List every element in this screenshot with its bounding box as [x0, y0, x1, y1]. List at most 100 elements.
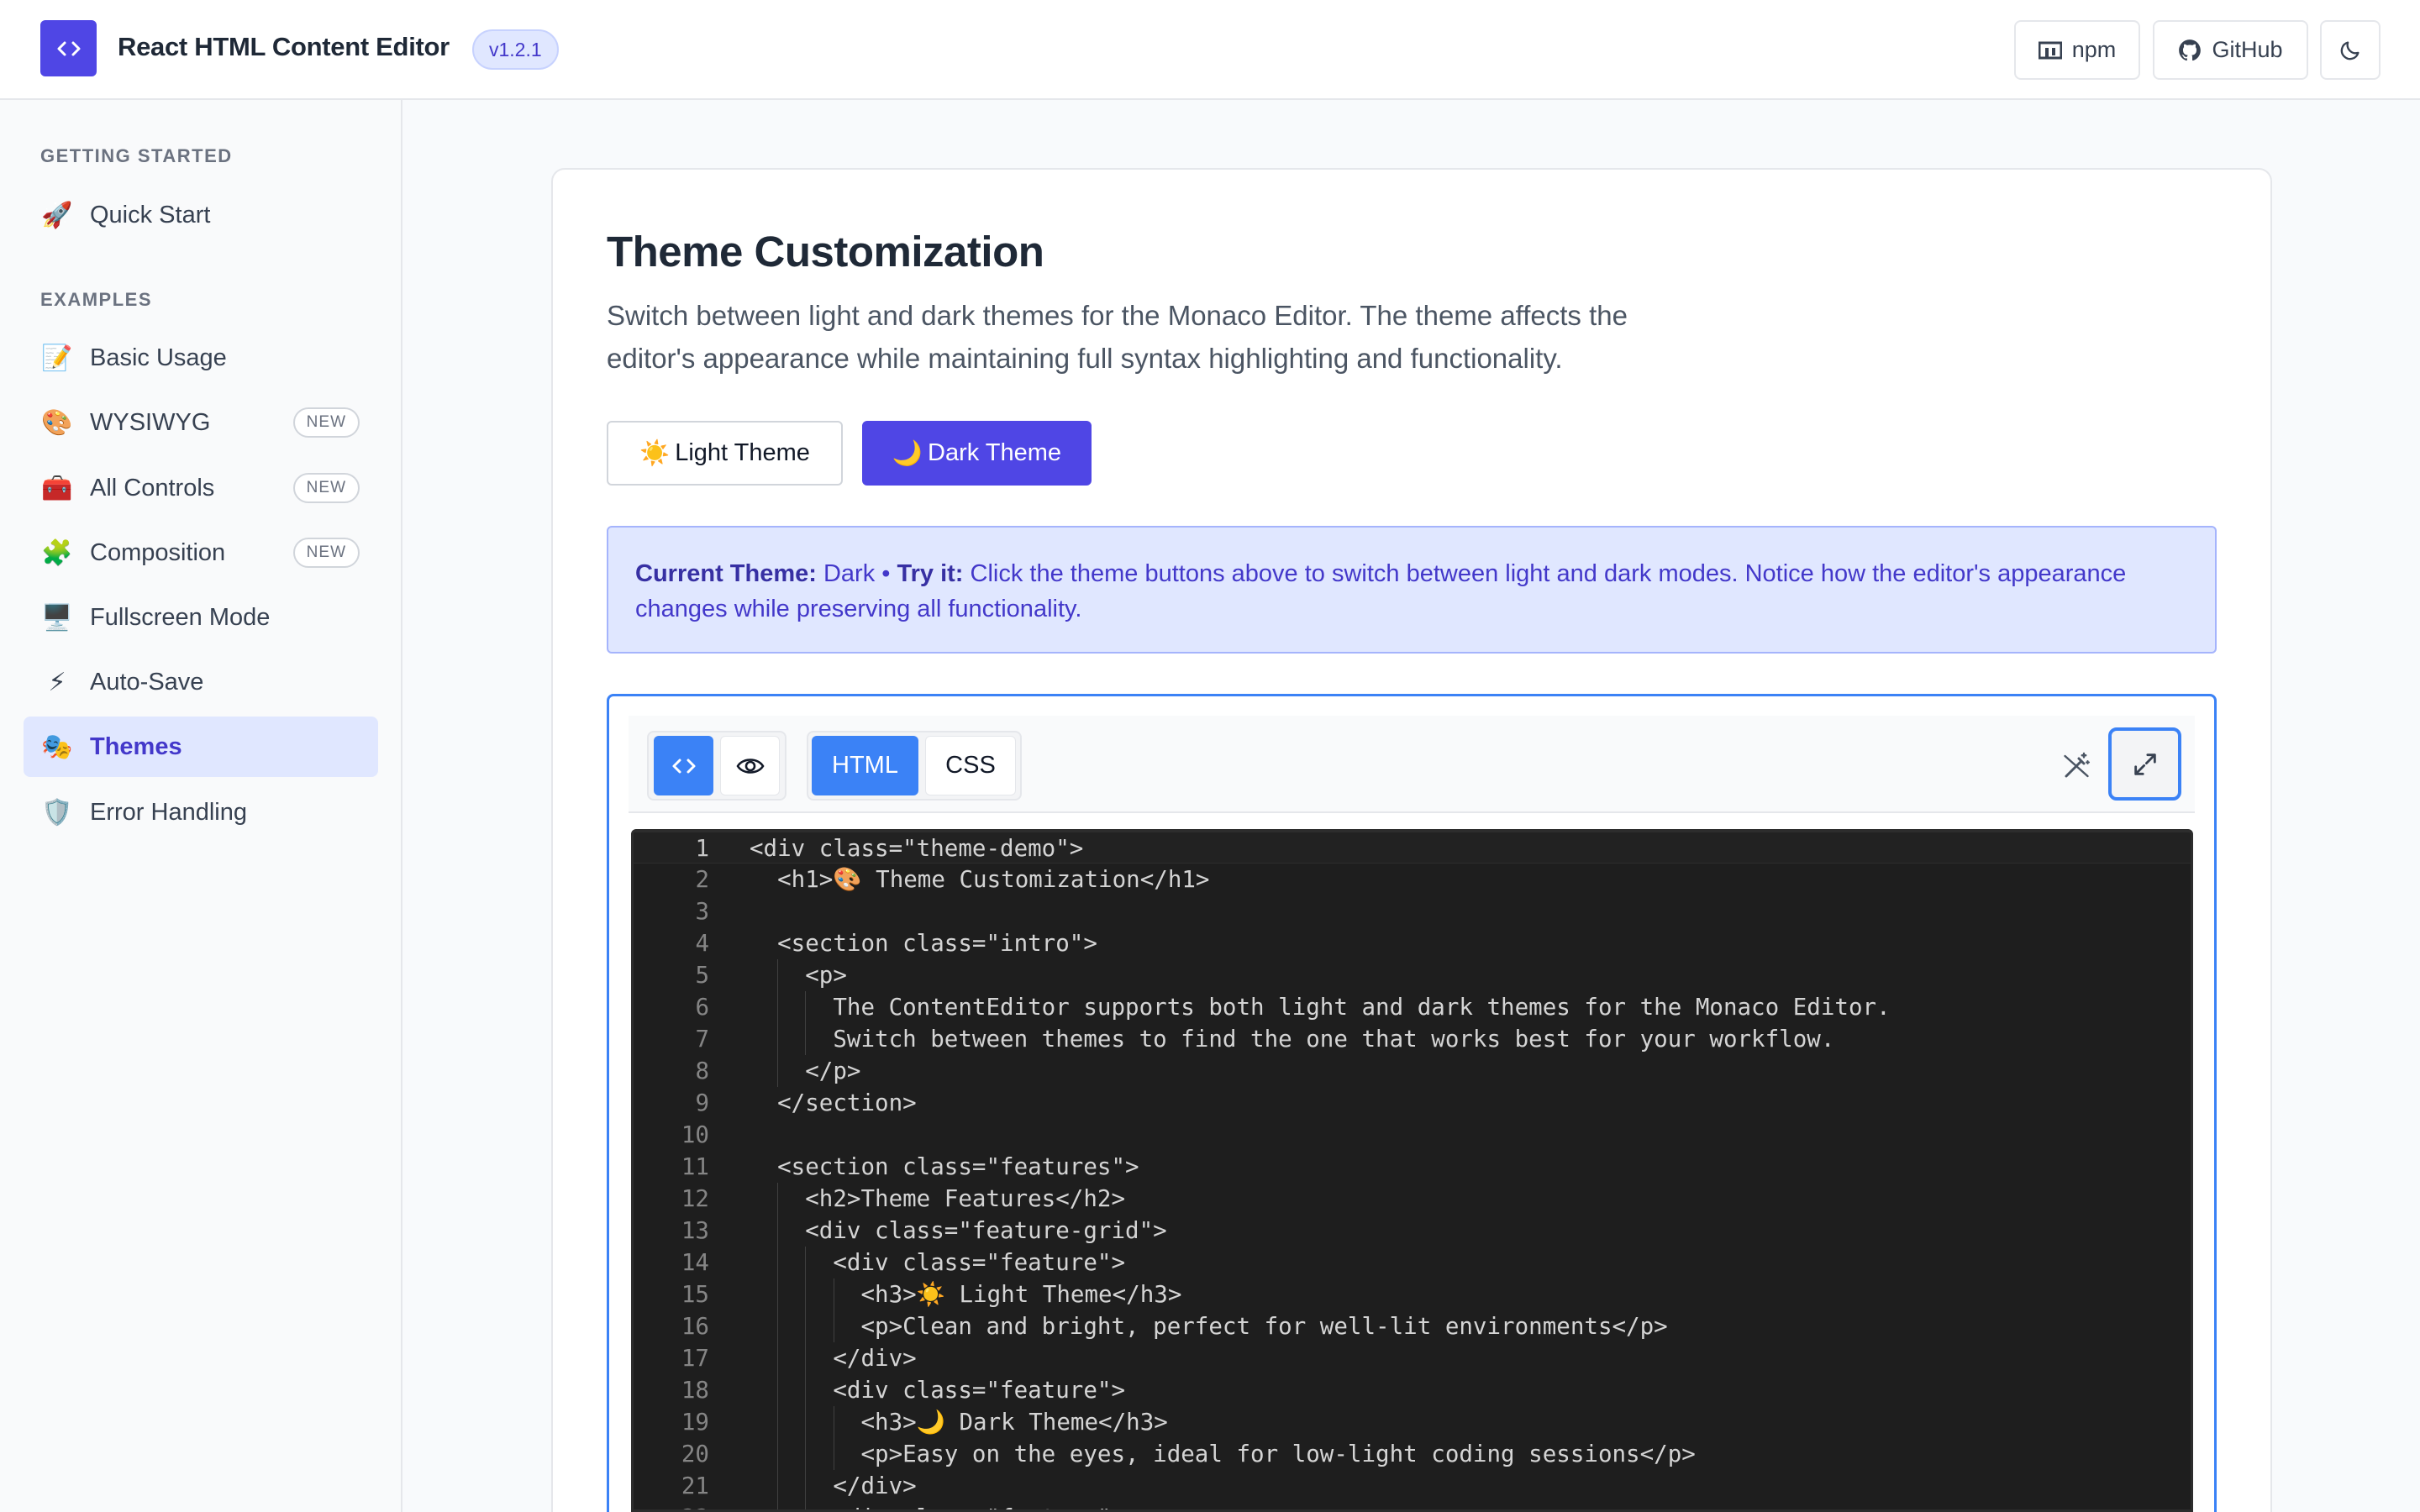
code-text: <h2>Theme Features</h2> — [750, 1185, 1126, 1212]
line-number: 5 — [695, 962, 709, 989]
code-text: <h1>🎨 Theme Customization</h1> — [750, 866, 1210, 893]
code-line[interactable]: 17 </div> — [634, 1342, 2191, 1374]
sidebar-item-label: Basic Usage — [90, 344, 227, 371]
sidebar-item-error-handling[interactable]: 🛡️ Error Handling — [24, 782, 378, 843]
npm-icon — [2038, 41, 2062, 59]
line-number: 16 — [681, 1313, 709, 1340]
expand-icon — [2133, 753, 2156, 775]
info-separator: • — [881, 560, 891, 587]
sidebar-item-label: Quick Start — [90, 201, 211, 228]
palette-icon: 🎨 — [41, 407, 73, 438]
code-line[interactable]: 12 <h2>Theme Features</h2> — [634, 1183, 2191, 1215]
sidebar-item-fullscreen-mode[interactable]: 🖥️ Fullscreen Mode — [24, 587, 378, 648]
code-line[interactable]: 11 <section class="features"> — [634, 1151, 2191, 1183]
app-header: React HTML Content Editor v1.2.1 npm Git… — [0, 0, 2420, 100]
code-line[interactable]: 18 <div class="feature"> — [634, 1374, 2191, 1406]
code-text: <section class="features"> — [750, 1153, 1139, 1180]
github-button[interactable]: GitHub — [2153, 20, 2308, 80]
current-theme-value: Dark — [823, 560, 876, 587]
sidebar-item-composition[interactable]: 🧩 Composition NEW — [24, 522, 378, 583]
code-line[interactable]: 13 <div class="feature-grid"> — [634, 1215, 2191, 1247]
theme-info-box: Current Theme: Dark • Try it: Click the … — [607, 526, 2217, 654]
code-text: </section> — [750, 1089, 917, 1116]
monaco-code-editor[interactable]: 1 <div class="theme-demo"> 2 <h1>🎨 Theme C… — [631, 829, 2193, 1512]
sidebar-item-themes[interactable]: 🎭 Themes — [24, 717, 378, 777]
github-icon — [2179, 39, 2202, 60]
code-brackets-icon — [57, 41, 80, 55]
moon-icon — [2340, 41, 2360, 60]
page-description: Switch between light and dark themes for… — [607, 300, 1628, 374]
code-line[interactable]: 16 <p>Clean and bright, perfect for well… — [634, 1310, 2191, 1342]
code-text: <p>Clean and bright, perfect for well-li… — [750, 1313, 1668, 1340]
sidebar-item-auto-save[interactable]: ⚡ Auto-Save — [24, 652, 378, 712]
code-line[interactable]: 10 — [634, 1119, 2191, 1151]
code-view-button[interactable] — [654, 736, 713, 795]
sidebar-item-label: WYSIWYG — [90, 408, 211, 436]
github-label: GitHub — [2212, 37, 2283, 62]
sidebar-item-label: All Controls — [90, 474, 215, 501]
code-line[interactable]: 14 <div class="feature"> — [634, 1247, 2191, 1278]
line-number: 7 — [695, 1026, 709, 1053]
light-theme-button[interactable]: ☀️ Light Theme — [607, 421, 843, 486]
code-text: </div> — [750, 1473, 917, 1499]
line-number: 10 — [681, 1121, 709, 1148]
sidebar-item-wysiwyg[interactable]: 🎨 WYSIWYG NEW — [24, 392, 378, 453]
code-text: <section class="intro"> — [750, 930, 1097, 957]
code-line[interactable]: 9 </section> — [634, 1087, 2191, 1119]
sidebar-item-label: Composition — [90, 538, 226, 566]
code-icon — [672, 759, 695, 773]
line-number: 3 — [695, 898, 709, 925]
sidebar-item-label: Fullscreen Mode — [90, 603, 271, 631]
code-text: <div class="feature"> — [750, 1502, 1125, 1509]
code-line[interactable]: 1 <div class="theme-demo"> — [634, 832, 2191, 864]
tab-css[interactable]: CSS — [925, 736, 1016, 795]
code-text: <h3>🌙 Dark Theme</h3> — [750, 1409, 1168, 1436]
line-number: 17 — [681, 1345, 709, 1372]
dark-theme-label: Dark Theme — [928, 439, 1062, 466]
code-line[interactable]: 22 <div class="feature"> — [634, 1502, 2191, 1509]
line-number: 4 — [695, 930, 709, 957]
sidebar-item-label: Error Handling — [90, 798, 247, 826]
theme-toggle-button[interactable] — [2320, 20, 2381, 80]
code-line[interactable]: 5 <p> — [634, 959, 2191, 991]
section-label-getting-started: GETTING STARTED — [40, 145, 233, 166]
line-number: 1 — [695, 835, 709, 862]
line-number: 8 — [695, 1058, 709, 1084]
line-number: 18 — [681, 1377, 709, 1404]
code-text: <div class="feature"> — [750, 1377, 1126, 1404]
code-line[interactable]: 20 <p>Easy on the eyes, ideal for low-li… — [634, 1438, 2191, 1470]
sidebar-item-all-controls[interactable]: 🧰 All Controls NEW — [24, 458, 378, 518]
current-theme-label: Current Theme: — [635, 560, 817, 587]
code-line[interactable]: 2 <h1>🎨 Theme Customization</h1> — [634, 864, 2191, 895]
toolbox-icon: 🧰 — [41, 473, 73, 503]
code-line[interactable]: 4 <section class="intro"> — [634, 927, 2191, 959]
code-line[interactable]: 19 <h3>🌙 Dark Theme</h3> — [634, 1406, 2191, 1438]
theater-masks-icon: 🎭 — [41, 732, 73, 762]
preview-button[interactable] — [720, 736, 780, 795]
dark-theme-button[interactable]: 🌙 Dark Theme — [862, 421, 1092, 486]
light-theme-label: Light Theme — [675, 439, 810, 466]
tab-html[interactable]: HTML — [812, 736, 918, 795]
fullscreen-button[interactable] — [2108, 727, 2181, 801]
memo-icon: 📝 — [41, 343, 73, 373]
code-line[interactable]: 15 <h3>☀️ Light Theme</h3> — [634, 1278, 2191, 1310]
line-number: 22 — [634, 1502, 709, 1509]
format-button[interactable] — [2055, 745, 2097, 787]
new-badge: NEW — [292, 473, 360, 503]
section-label-examples: EXAMPLES — [40, 289, 153, 310]
new-badge: NEW — [292, 407, 360, 438]
sidebar-item-basic-usage[interactable]: 📝 Basic Usage — [24, 328, 378, 388]
npm-button[interactable]: npm — [2014, 20, 2140, 80]
sun-icon: ☀️ — [639, 438, 671, 467]
line-number: 11 — [681, 1153, 709, 1180]
code-text: <h3>☀️ Light Theme</h3> — [750, 1281, 1182, 1308]
page-title: Theme Customization — [607, 228, 1044, 276]
code-line[interactable]: 8 </p> — [634, 1055, 2191, 1087]
code-line[interactable]: 6 The ContentEditor supports both light … — [634, 991, 2191, 1023]
code-line[interactable]: 3 — [634, 895, 2191, 927]
sidebar-item-quick-start[interactable]: 🚀 Quick Start — [24, 185, 378, 245]
code-line[interactable]: 21 </div> — [634, 1470, 2191, 1502]
logo-icon[interactable] — [40, 20, 97, 76]
line-number: 2 — [695, 866, 709, 893]
code-line[interactable]: 7 Switch between themes to find the one … — [634, 1023, 2191, 1055]
